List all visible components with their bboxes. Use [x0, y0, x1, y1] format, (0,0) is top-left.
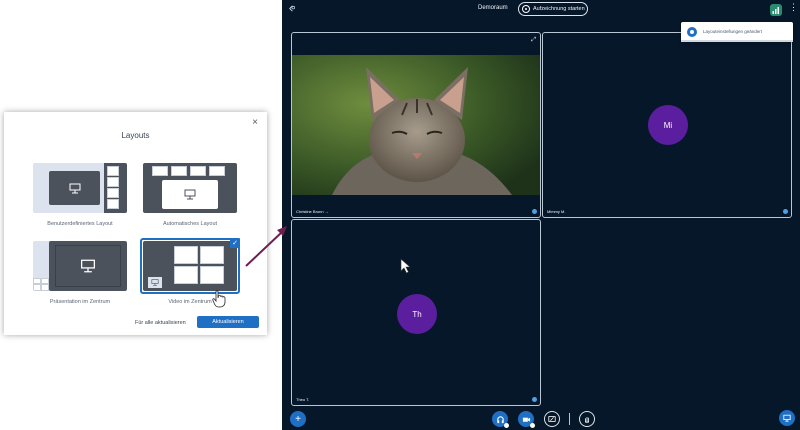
layout-thumbnail [143, 241, 237, 291]
start-recording-button[interactable]: Aufzeichnung starten [518, 2, 588, 16]
camera-cell [209, 166, 225, 176]
info-icon[interactable] [532, 397, 537, 402]
audio-status-dot [504, 423, 509, 428]
bottom-bar: + [282, 405, 800, 430]
info-icon[interactable] [532, 209, 537, 214]
layout-option-automatic[interactable]: Automatisches Layout [143, 163, 237, 227]
presentation-icon [69, 183, 80, 193]
presentation-icon [151, 279, 159, 286]
info-icon[interactable] [783, 209, 788, 214]
raise-hand-button[interactable] [579, 411, 595, 427]
layout-option-label: Automatisches Layout [162, 221, 218, 227]
presentation-area [49, 241, 127, 291]
presentation-icon [184, 189, 196, 200]
screen-share-button[interactable] [544, 411, 560, 427]
camera-cell [107, 199, 119, 209]
layout-option-label: Benutzerdefiniertes Layout [47, 221, 113, 227]
options-menu-icon[interactable]: ⋮ [789, 3, 798, 12]
layout-option-label: Präsentation im Zentrum [49, 299, 111, 305]
camera-cell [200, 246, 224, 264]
camera-cell [107, 188, 119, 198]
camera-status-dot [530, 423, 535, 428]
layouts-modal: Layouts × Benutzerdefiniertes Layout Aut… [4, 112, 267, 335]
screen-share-icon [548, 416, 556, 422]
participant-name: Theo T. [296, 397, 310, 402]
headphones-icon [496, 415, 504, 423]
presentation-area [49, 171, 100, 205]
avatar: Th [397, 294, 437, 334]
meeting-area: Demoraum Aufzeichnung starten ⋮ ⤢ Christ… [282, 0, 800, 430]
update-all-button[interactable]: Für alle aktualisieren [135, 320, 186, 326]
toast-progress [681, 40, 793, 42]
hand-pointer-icon [212, 290, 226, 308]
camera-cell [152, 166, 168, 176]
fullscreen-icon[interactable]: ⤢ [531, 37, 536, 44]
camera-cell [190, 166, 206, 176]
close-icon[interactable]: × [252, 117, 258, 128]
layout-thumbnail [33, 241, 127, 291]
toolbar-divider [569, 413, 570, 425]
presentation-button[interactable] [779, 410, 795, 426]
modal-title: Layouts [121, 131, 150, 140]
camera-cell [41, 284, 49, 291]
top-bar: Demoraum Aufzeichnung starten ⋮ [282, 0, 800, 22]
record-icon [522, 5, 530, 13]
checkmark-icon: ✓ [230, 238, 240, 248]
layout-option-label: Video im Zentrum [168, 299, 212, 305]
layout-option-video-focus[interactable]: ✓ Video im Zentrum [140, 238, 240, 308]
webcam-video [292, 55, 540, 195]
camera-cell [174, 266, 198, 284]
presentation-area [162, 180, 218, 209]
avatar: Mi [648, 105, 688, 145]
info-icon [687, 27, 697, 37]
camera-cell [107, 166, 119, 176]
start-recording-label: Aufzeichnung starten [533, 6, 585, 12]
video-tile-theo[interactable]: Th Theo T. [291, 219, 541, 406]
camera-cell [107, 177, 119, 187]
camera-cell [171, 166, 187, 176]
camera-icon [522, 417, 530, 422]
participant-name: Mimmy M. [547, 209, 566, 214]
hand-icon [585, 417, 589, 423]
participant-name: Christine Brunn → [296, 209, 329, 214]
connection-status-icon[interactable] [770, 4, 782, 16]
update-button[interactable]: Aktualisieren [197, 316, 259, 328]
camera-cell [174, 246, 198, 264]
camera-strip [104, 163, 127, 213]
layout-option-presentation-focus[interactable]: Präsentation im Zentrum [33, 241, 127, 305]
layout-thumbnail [143, 163, 237, 213]
mouse-pointer-icon [400, 258, 411, 274]
layout-thumbnail [33, 163, 127, 213]
layout-option-custom[interactable]: Benutzerdefiniertes Layout [33, 163, 127, 227]
toast-message: Layouteinstellungen geändert [703, 29, 763, 34]
room-name: Demoraum [478, 5, 508, 11]
presentation-area [148, 277, 162, 288]
video-tile-mimmy[interactable]: Mi Mimmy M. [542, 32, 792, 218]
plus-icon: + [295, 413, 301, 425]
video-tile-christine[interactable]: ⤢ Christine Brunn → [291, 32, 541, 218]
layout-changed-toast: Layouteinstellungen geändert [681, 22, 793, 42]
camera-cell [200, 266, 224, 284]
user-list-icon[interactable] [287, 4, 296, 15]
add-button[interactable]: + [290, 411, 306, 427]
camera-cell [33, 284, 41, 291]
presentation-icon [81, 259, 95, 273]
presentation-icon [783, 414, 791, 422]
